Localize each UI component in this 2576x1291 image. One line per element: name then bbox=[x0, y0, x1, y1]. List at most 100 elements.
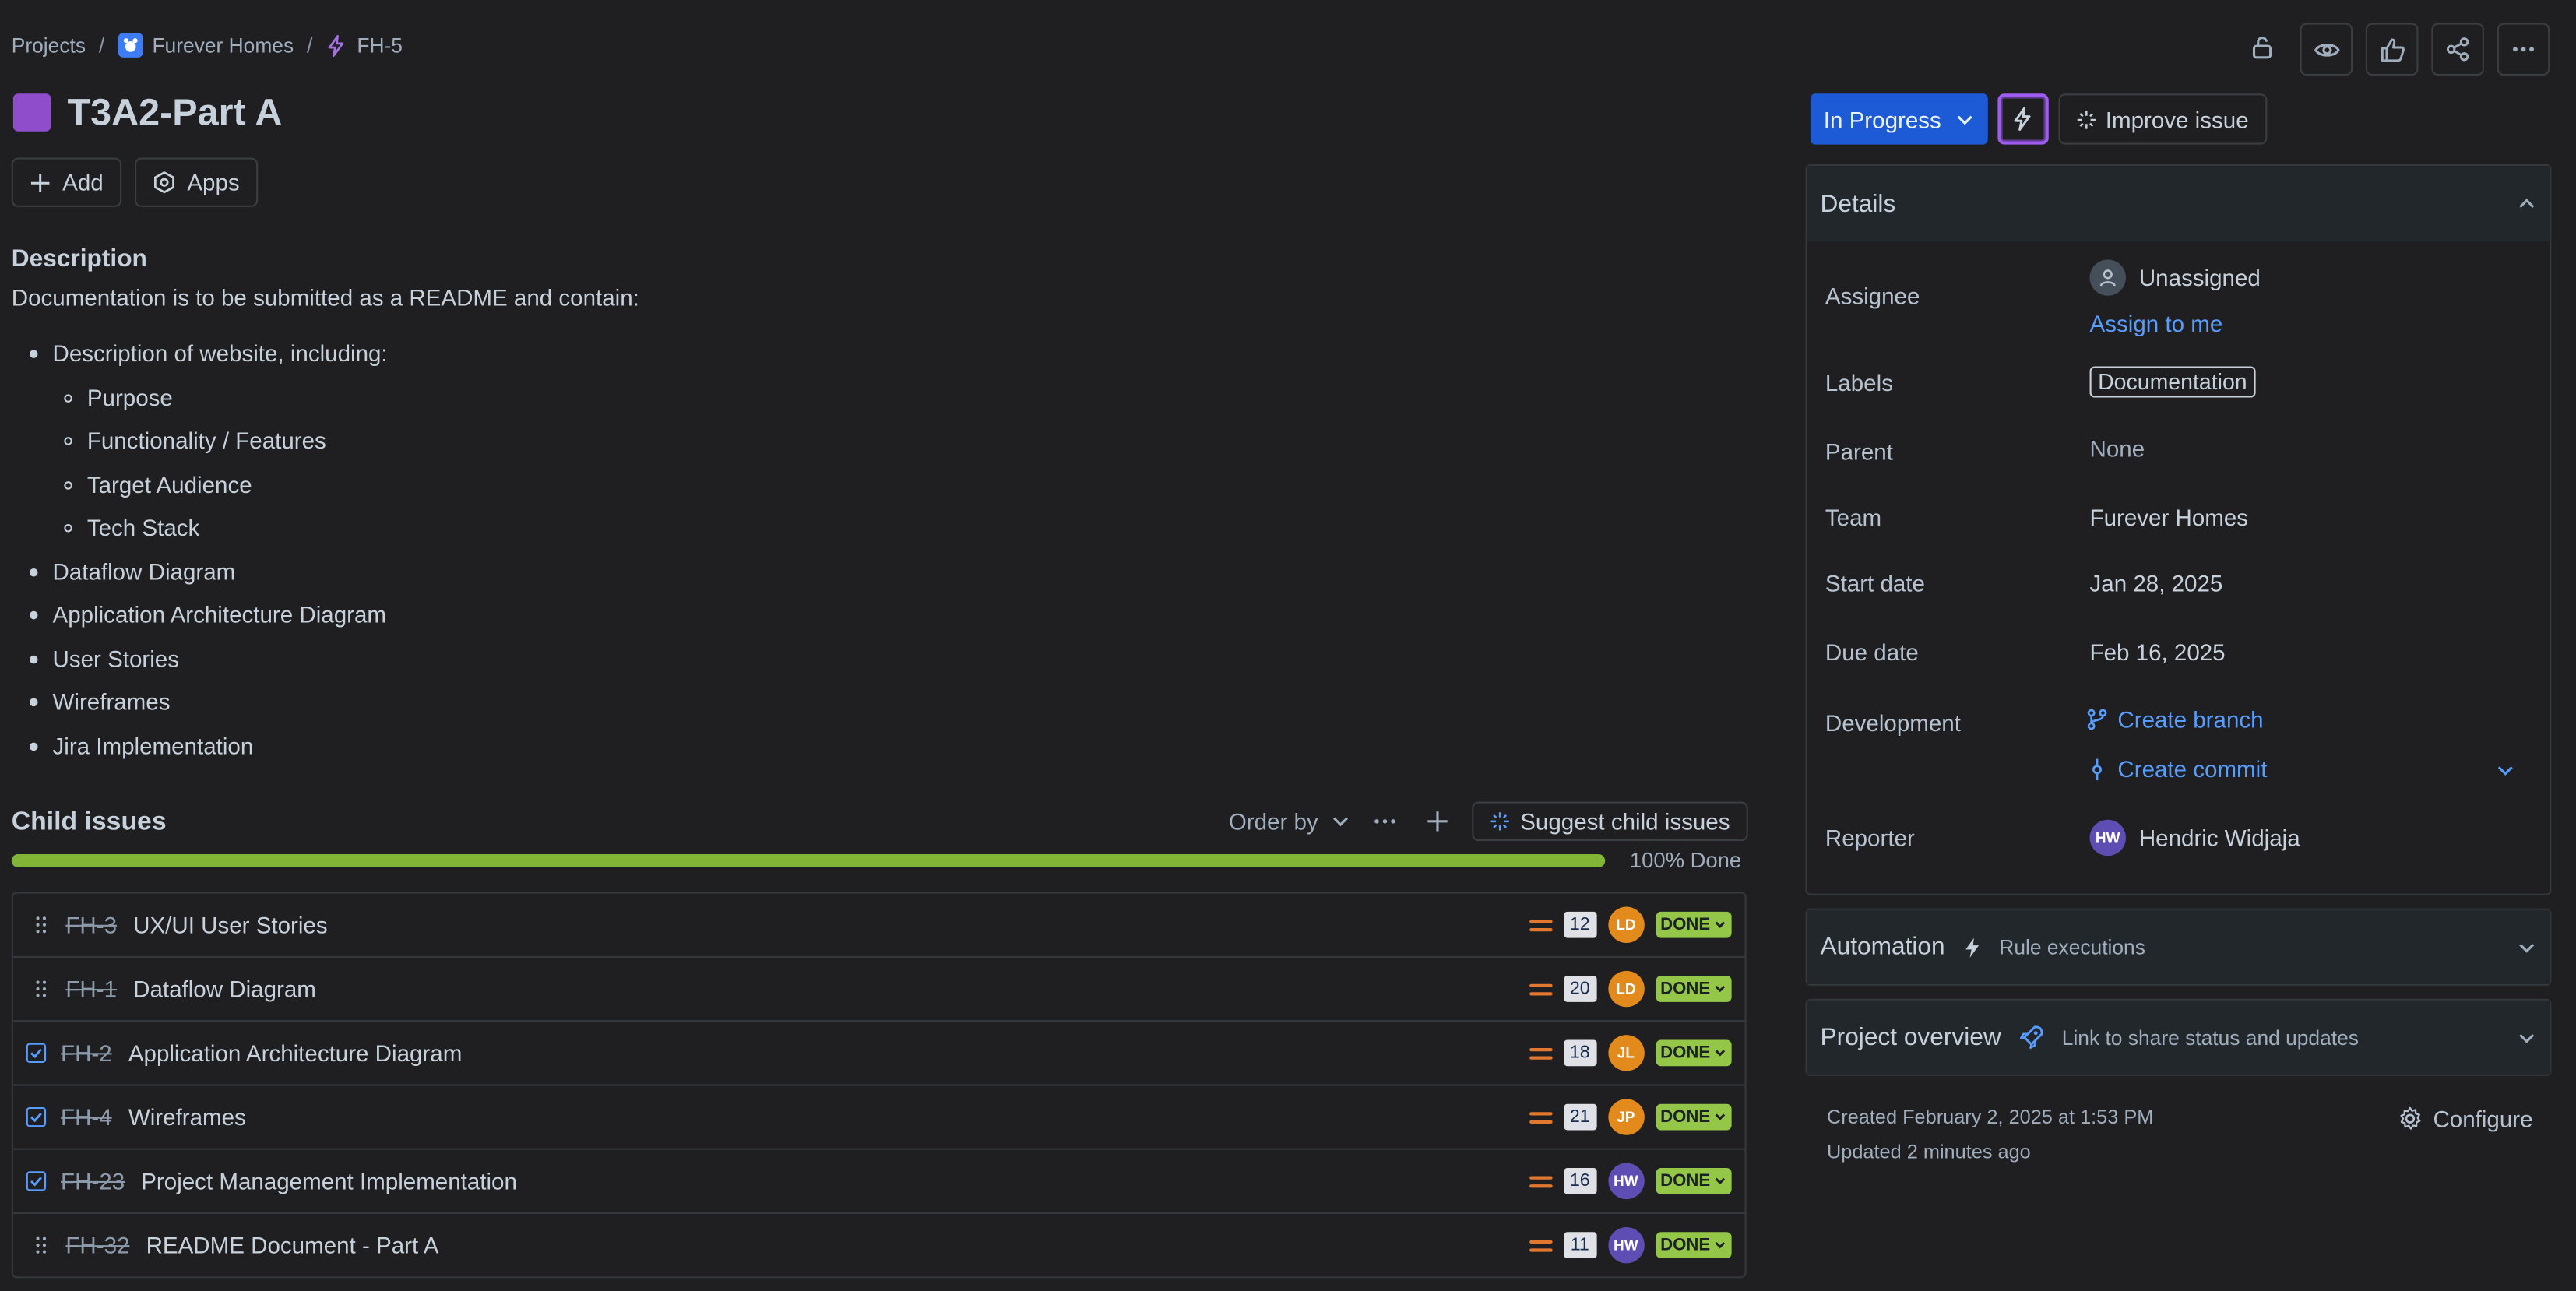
table-row[interactable]: FH-23 Project Management Implementation 16… bbox=[12, 1150, 1745, 1215]
table-row[interactable]: FH-3 UX/UI User Stories 12 LD DONE bbox=[12, 894, 1745, 958]
suggest-child-issues-button[interactable]: Suggest child issues bbox=[1473, 801, 1748, 842]
table-row[interactable]: FH-1 Dataflow Diagram 20 LD DONE bbox=[12, 958, 1745, 1022]
actions-button[interactable] bbox=[1997, 93, 2048, 145]
child-progress-fill bbox=[11, 854, 1606, 867]
breadcrumb-project[interactable]: Furever Homes bbox=[118, 33, 294, 58]
child-issues-list: FH-3 UX/UI User Stories 12 LD DONE FH-1 Datafl… bbox=[11, 892, 1747, 1279]
create-commit-link[interactable]: Create commit bbox=[2086, 755, 2267, 782]
priority-medium-icon bbox=[1529, 919, 1552, 931]
create-branch-label: Create branch bbox=[2117, 706, 2264, 733]
child-issue-summary[interactable]: Project Management Implementation bbox=[141, 1168, 517, 1194]
details-header[interactable]: Details bbox=[1807, 166, 2550, 242]
status-dropdown[interactable]: In Progress bbox=[1810, 93, 1987, 145]
assignee-field[interactable]: Unassigned bbox=[2089, 259, 2261, 296]
status-row: In Progress Improve issue bbox=[1810, 93, 2267, 145]
parent-value[interactable]: None bbox=[2090, 435, 2145, 462]
child-issue-key[interactable]: FH-4 bbox=[61, 1104, 112, 1131]
chevron-down-icon bbox=[2496, 761, 2515, 780]
assign-to-me-link[interactable]: Assign to me bbox=[2090, 311, 2223, 337]
description-intro[interactable]: Documentation is to be submitted as a RE… bbox=[12, 284, 639, 311]
due-date-value[interactable]: Feb 16, 2025 bbox=[2090, 639, 2226, 666]
reporter-avatar: HW bbox=[2089, 819, 2126, 857]
table-row[interactable]: FH-2 Application Architecture Diagram 18 JL… bbox=[12, 1022, 1745, 1086]
issue-title[interactable]: T3A2-Part A bbox=[67, 90, 282, 135]
drag-handle-icon[interactable] bbox=[30, 979, 53, 998]
child-issues-toolbar: Order by Suggest child issues bbox=[1229, 801, 1748, 842]
sparkle-icon bbox=[2076, 109, 2096, 128]
start-date-value[interactable]: Jan 28, 2025 bbox=[2090, 570, 2223, 596]
assignee-avatar[interactable]: HW bbox=[1607, 1163, 1645, 1200]
more-horizontal-icon bbox=[1372, 808, 1399, 835]
reporter-field[interactable]: HW Hendric Widjaja bbox=[2089, 819, 2300, 857]
create-branch-link[interactable]: Create branch bbox=[2086, 706, 2264, 733]
description-heading: Description bbox=[11, 244, 147, 273]
drag-handle-icon[interactable] bbox=[30, 1235, 53, 1254]
chevron-down-icon bbox=[1715, 1050, 1726, 1057]
child-more-button[interactable] bbox=[1367, 804, 1403, 839]
share-button[interactable] bbox=[2431, 23, 2484, 76]
order-by-button[interactable]: Order by bbox=[1229, 808, 1351, 835]
table-row[interactable]: FH-32 README Document - Part A 11 HW DONE bbox=[13, 1214, 1745, 1276]
chevron-down-icon bbox=[1715, 985, 1726, 993]
plus-icon bbox=[30, 171, 51, 192]
assignee-avatar[interactable]: LD bbox=[1607, 970, 1645, 1008]
task-checkbox-icon bbox=[26, 1171, 47, 1191]
breadcrumb-issue[interactable]: FH-5 bbox=[326, 33, 403, 57]
commit-icon bbox=[2086, 757, 2107, 782]
details-panel: Details Assignee Unassigned Assign to me… bbox=[1805, 164, 2552, 895]
status-lozenge[interactable]: DONE bbox=[1655, 911, 1732, 938]
assignee-label: Assignee bbox=[1825, 282, 1920, 309]
child-issue-key[interactable]: FH-3 bbox=[65, 912, 117, 938]
details-heading: Details bbox=[1820, 189, 1896, 218]
reporter-label: Reporter bbox=[1825, 825, 1915, 851]
status-lozenge[interactable]: DONE bbox=[1655, 1232, 1732, 1259]
child-issue-key[interactable]: FH-2 bbox=[61, 1039, 112, 1066]
child-issue-summary[interactable]: UX/UI User Stories bbox=[133, 912, 327, 938]
status-lozenge[interactable]: DONE bbox=[1655, 1103, 1732, 1131]
automation-heading: Automation bbox=[1820, 933, 1945, 962]
child-issue-key[interactable]: FH-1 bbox=[65, 976, 117, 1002]
child-issue-summary[interactable]: README Document - Part A bbox=[146, 1232, 439, 1258]
story-points-badge: 18 bbox=[1563, 1039, 1596, 1067]
epic-lightning-icon bbox=[326, 33, 347, 57]
development-expand-button[interactable] bbox=[2496, 761, 2515, 780]
breadcrumb-projects[interactable]: Projects bbox=[12, 33, 86, 57]
improve-issue-button[interactable]: Improve issue bbox=[2057, 93, 2267, 145]
team-value[interactable]: Furever Homes bbox=[2090, 505, 2249, 531]
drag-handle-icon[interactable] bbox=[30, 915, 53, 934]
team-label: Team bbox=[1825, 504, 1882, 531]
add-button[interactable]: Add bbox=[11, 157, 121, 207]
breadcrumb-separator: / bbox=[98, 33, 105, 57]
project-overview-panel[interactable]: Project overview Link to share status an… bbox=[1805, 998, 2552, 1076]
create-child-button[interactable] bbox=[1420, 804, 1456, 839]
child-issue-summary[interactable]: Wireframes bbox=[128, 1104, 246, 1131]
assignee-avatar[interactable]: JP bbox=[1607, 1099, 1645, 1135]
due-date-label: Due date bbox=[1825, 638, 1919, 666]
status-lozenge[interactable]: DONE bbox=[1655, 1167, 1732, 1194]
status-lozenge[interactable]: DONE bbox=[1655, 976, 1732, 1002]
vote-button[interactable] bbox=[2365, 23, 2419, 76]
assignee-avatar[interactable]: HW bbox=[1607, 1226, 1645, 1264]
labels-field[interactable]: Documentation bbox=[2089, 366, 2256, 398]
apps-button[interactable]: Apps bbox=[134, 157, 258, 207]
configure-button[interactable]: Configure bbox=[2397, 1106, 2533, 1132]
child-issue-summary[interactable]: Application Architecture Diagram bbox=[128, 1039, 462, 1066]
more-actions-button[interactable] bbox=[2497, 23, 2550, 76]
status-lozenge[interactable]: DONE bbox=[1655, 1039, 1732, 1067]
child-issue-key[interactable]: FH-32 bbox=[65, 1232, 129, 1258]
lock-button[interactable] bbox=[2237, 23, 2286, 72]
breadcrumb-project-label: Furever Homes bbox=[152, 33, 294, 57]
assignee-avatar[interactable]: JL bbox=[1607, 1035, 1645, 1071]
chevron-down-icon bbox=[2517, 937, 2536, 957]
watch-button[interactable] bbox=[2300, 23, 2353, 76]
suggest-child-issues-label: Suggest child issues bbox=[1520, 807, 1730, 835]
automation-panel[interactable]: Automation Rule executions bbox=[1805, 908, 2552, 986]
child-issue-key[interactable]: FH-23 bbox=[61, 1168, 125, 1194]
issue-type-icon bbox=[12, 93, 51, 132]
description-sub-bullet: Target Audience bbox=[64, 471, 252, 498]
status-lozenge-label: DONE bbox=[1660, 979, 1711, 999]
table-row[interactable]: FH-4 Wireframes 21 JP DONE bbox=[12, 1086, 1745, 1150]
label-tag[interactable]: Documentation bbox=[2089, 366, 2256, 398]
child-issue-summary[interactable]: Dataflow Diagram bbox=[133, 976, 316, 1002]
assignee-avatar[interactable]: LD bbox=[1607, 906, 1645, 943]
